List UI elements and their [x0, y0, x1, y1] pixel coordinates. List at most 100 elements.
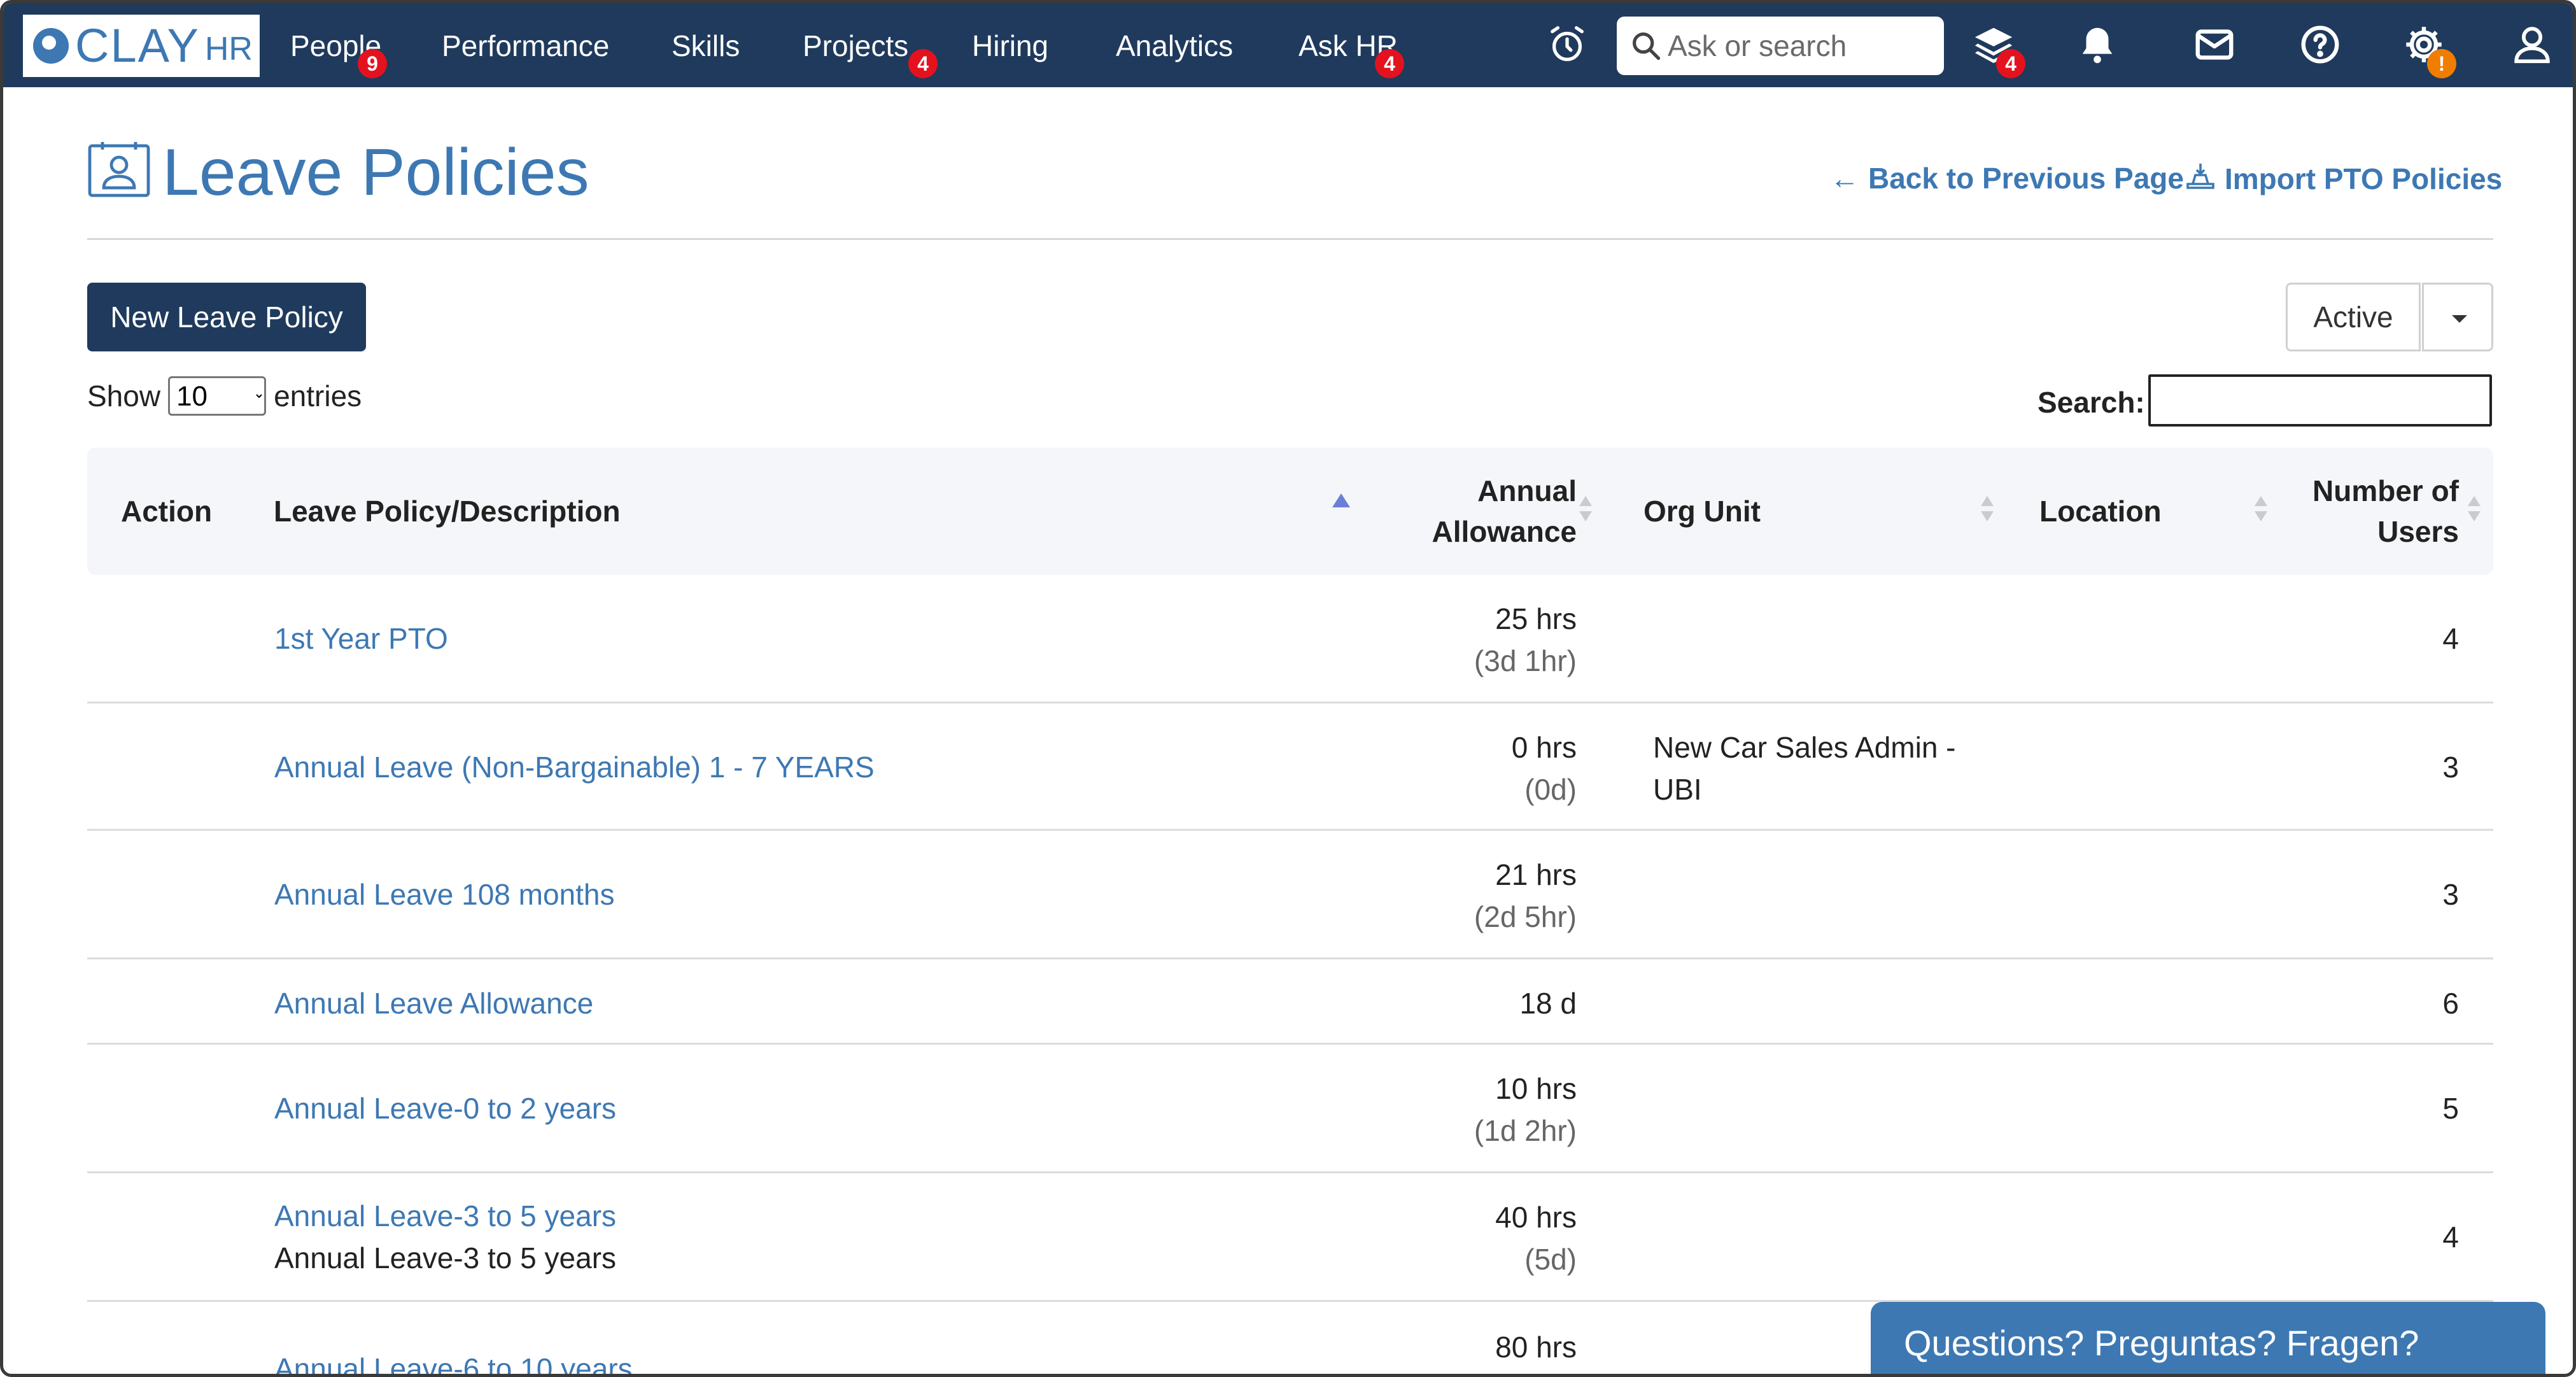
settings-warning-badge: ! [2427, 49, 2456, 78]
nav-skills[interactable]: Skills [672, 29, 740, 63]
policy-link[interactable]: Annual Leave Allowance [274, 986, 593, 1020]
allowance-breakdown: (0d) [1524, 773, 1577, 806]
annual-allowance: 18 d [1519, 982, 1577, 1024]
table-row: Annual Leave-0 to 2 years 10 hrs (1d 2hr… [87, 1045, 2493, 1173]
column-action[interactable]: Action [121, 491, 212, 532]
nav-hiring-label: Hiring [972, 29, 1049, 62]
policy-link[interactable]: Annual Leave-3 to 5 years [274, 1199, 616, 1233]
header-divider [87, 238, 2493, 240]
entries-label: entries [274, 379, 362, 413]
column-org-unit[interactable]: Org Unit [1643, 491, 1761, 532]
table-search-input[interactable] [2148, 374, 2492, 427]
bell-icon[interactable] [2075, 22, 2120, 67]
table-row: Annual Leave 108 months 21 hrs (2d 5hr) … [87, 831, 2493, 959]
logo-mark-icon [33, 28, 69, 64]
policy-link[interactable]: Annual Leave 108 months [274, 877, 615, 912]
sort-icon[interactable] [1579, 496, 1592, 528]
nav-performance[interactable]: Performance [442, 29, 609, 63]
table-row: Annual Leave (Non-Bargainable) 1 - 7 YEA… [87, 703, 2493, 831]
allowance-value: 18 d [1519, 987, 1577, 1020]
table-row: 1st Year PTO 25 hrs (3d 1hr) 4 [87, 575, 2493, 703]
column-users-line1: Number of [2312, 474, 2459, 507]
sort-ascending-icon[interactable] [1332, 493, 1350, 507]
import-link-label: Import PTO Policies [2225, 162, 2503, 195]
column-allowance-line2: Allowance [1432, 515, 1577, 548]
import-pto-policies-link[interactable]: Import PTO Policies [2185, 161, 2502, 196]
help-icon[interactable] [2298, 22, 2342, 67]
sort-icon[interactable] [2468, 496, 2481, 528]
annual-allowance: 25 hrs (3d 1hr) [1474, 598, 1577, 682]
allowance-breakdown: (3d 1hr) [1474, 644, 1577, 677]
allowance-value: 21 hrs [1495, 858, 1577, 891]
policy-link[interactable]: Annual Leave (Non-Bargainable) 1 - 7 YEA… [274, 750, 875, 784]
user-count: 3 [2442, 878, 2459, 911]
table-row: Annual Leave-3 to 5 years Annual Leave-3… [87, 1173, 2493, 1302]
column-annual-allowance[interactable]: Annual Allowance [1432, 470, 1577, 552]
column-number-of-users[interactable]: Number of Users [2312, 470, 2459, 552]
annual-allowance: 10 hrs (1d 2hr) [1474, 1068, 1577, 1152]
policy-link[interactable]: 1st Year PTO [274, 621, 448, 656]
status-filter-button[interactable]: Active [2286, 283, 2421, 351]
app-window: CLAY HR People 9 Performance Skills Proj… [0, 0, 2576, 1377]
search-icon [1632, 32, 1661, 60]
allowance-breakdown: (1d 2hr) [1474, 1114, 1577, 1147]
policy-link[interactable]: Annual Leave-0 to 2 years [274, 1091, 616, 1126]
sort-icon[interactable] [1981, 496, 1994, 528]
table-row: Annual Leave Allowance 18 d 6 [87, 959, 2493, 1045]
global-search-box[interactable] [1617, 17, 1944, 75]
user-count: 4 [2442, 622, 2459, 655]
policy-description: Annual Leave-3 to 5 years [274, 1241, 617, 1275]
show-label: Show [87, 379, 161, 413]
allowance-value: 0 hrs [1511, 731, 1577, 764]
clayhr-logo[interactable]: CLAY HR [23, 15, 260, 77]
column-leave-policy[interactable]: Leave Policy/Description [274, 491, 621, 532]
allowance-value: 40 hrs [1495, 1201, 1577, 1234]
user-count: 3 [2442, 751, 2459, 784]
allowance-value: 10 hrs [1495, 1072, 1577, 1105]
allowance-breakdown: (2d 5hr) [1474, 900, 1577, 933]
help-chat-tab[interactable]: Questions? Preguntas? Fragen? [1871, 1302, 2545, 1374]
allowance-breakdown: (5d) [1524, 1243, 1577, 1276]
annual-allowance: 80 hrs [1495, 1326, 1577, 1368]
sort-icon[interactable] [2255, 496, 2267, 528]
ask-hr-badge: 4 [1375, 49, 1404, 78]
entries-length-control: Show 10 entries [87, 376, 362, 416]
column-users-line2: Users [2377, 515, 2459, 548]
status-filter-dropdown-toggle[interactable] [2422, 283, 2493, 351]
column-allowance-line1: Annual [1477, 474, 1577, 507]
global-search-input[interactable] [1668, 25, 1935, 66]
annual-allowance: 0 hrs (0d) [1512, 726, 1577, 810]
allowance-value: 80 hrs [1495, 1331, 1577, 1364]
page-title: Leave Policies [162, 136, 589, 209]
back-to-previous-page-link[interactable]: ← Back to Previous Page [1830, 161, 2184, 195]
alarm-clock-icon[interactable] [1545, 22, 1589, 67]
entries-select[interactable]: 10 [168, 376, 267, 416]
nav-projects-label: Projects [803, 29, 909, 62]
column-location[interactable]: Location [2039, 491, 2162, 532]
nav-skills-label: Skills [672, 29, 740, 62]
annual-allowance: 40 hrs (5d) [1495, 1196, 1577, 1280]
table-header: Action Leave Policy/Description Annual A… [87, 448, 2493, 575]
org-unit: New Car Sales Admin - UBI [1653, 731, 1956, 806]
top-navigation-bar: CLAY HR People 9 Performance Skills Proj… [3, 3, 2573, 87]
user-count: 4 [2442, 1220, 2459, 1253]
nav-hiring[interactable]: Hiring [972, 29, 1048, 63]
import-icon [2185, 161, 2216, 196]
envelope-icon[interactable] [2192, 22, 2237, 67]
new-leave-policy-button[interactable]: New Leave Policy [87, 283, 366, 351]
leave-policy-icon [87, 139, 151, 201]
allowance-value: 25 hrs [1495, 602, 1577, 635]
nav-projects[interactable]: Projects [803, 29, 908, 63]
back-link-label: Back to Previous Page [1868, 162, 2184, 195]
user-icon[interactable] [2510, 22, 2554, 67]
nav-analytics-label: Analytics [1116, 29, 1234, 62]
logo-subtext: HR [204, 31, 253, 67]
user-count: 5 [2442, 1092, 2459, 1125]
user-count: 6 [2442, 987, 2459, 1020]
annual-allowance: 21 hrs (2d 5hr) [1474, 854, 1577, 938]
policy-link[interactable]: Annual Leave-6 to 10 years [274, 1352, 633, 1374]
nav-performance-label: Performance [442, 29, 610, 62]
people-badge: 9 [358, 49, 387, 78]
nav-analytics[interactable]: Analytics [1116, 29, 1233, 63]
projects-badge: 4 [908, 49, 938, 78]
